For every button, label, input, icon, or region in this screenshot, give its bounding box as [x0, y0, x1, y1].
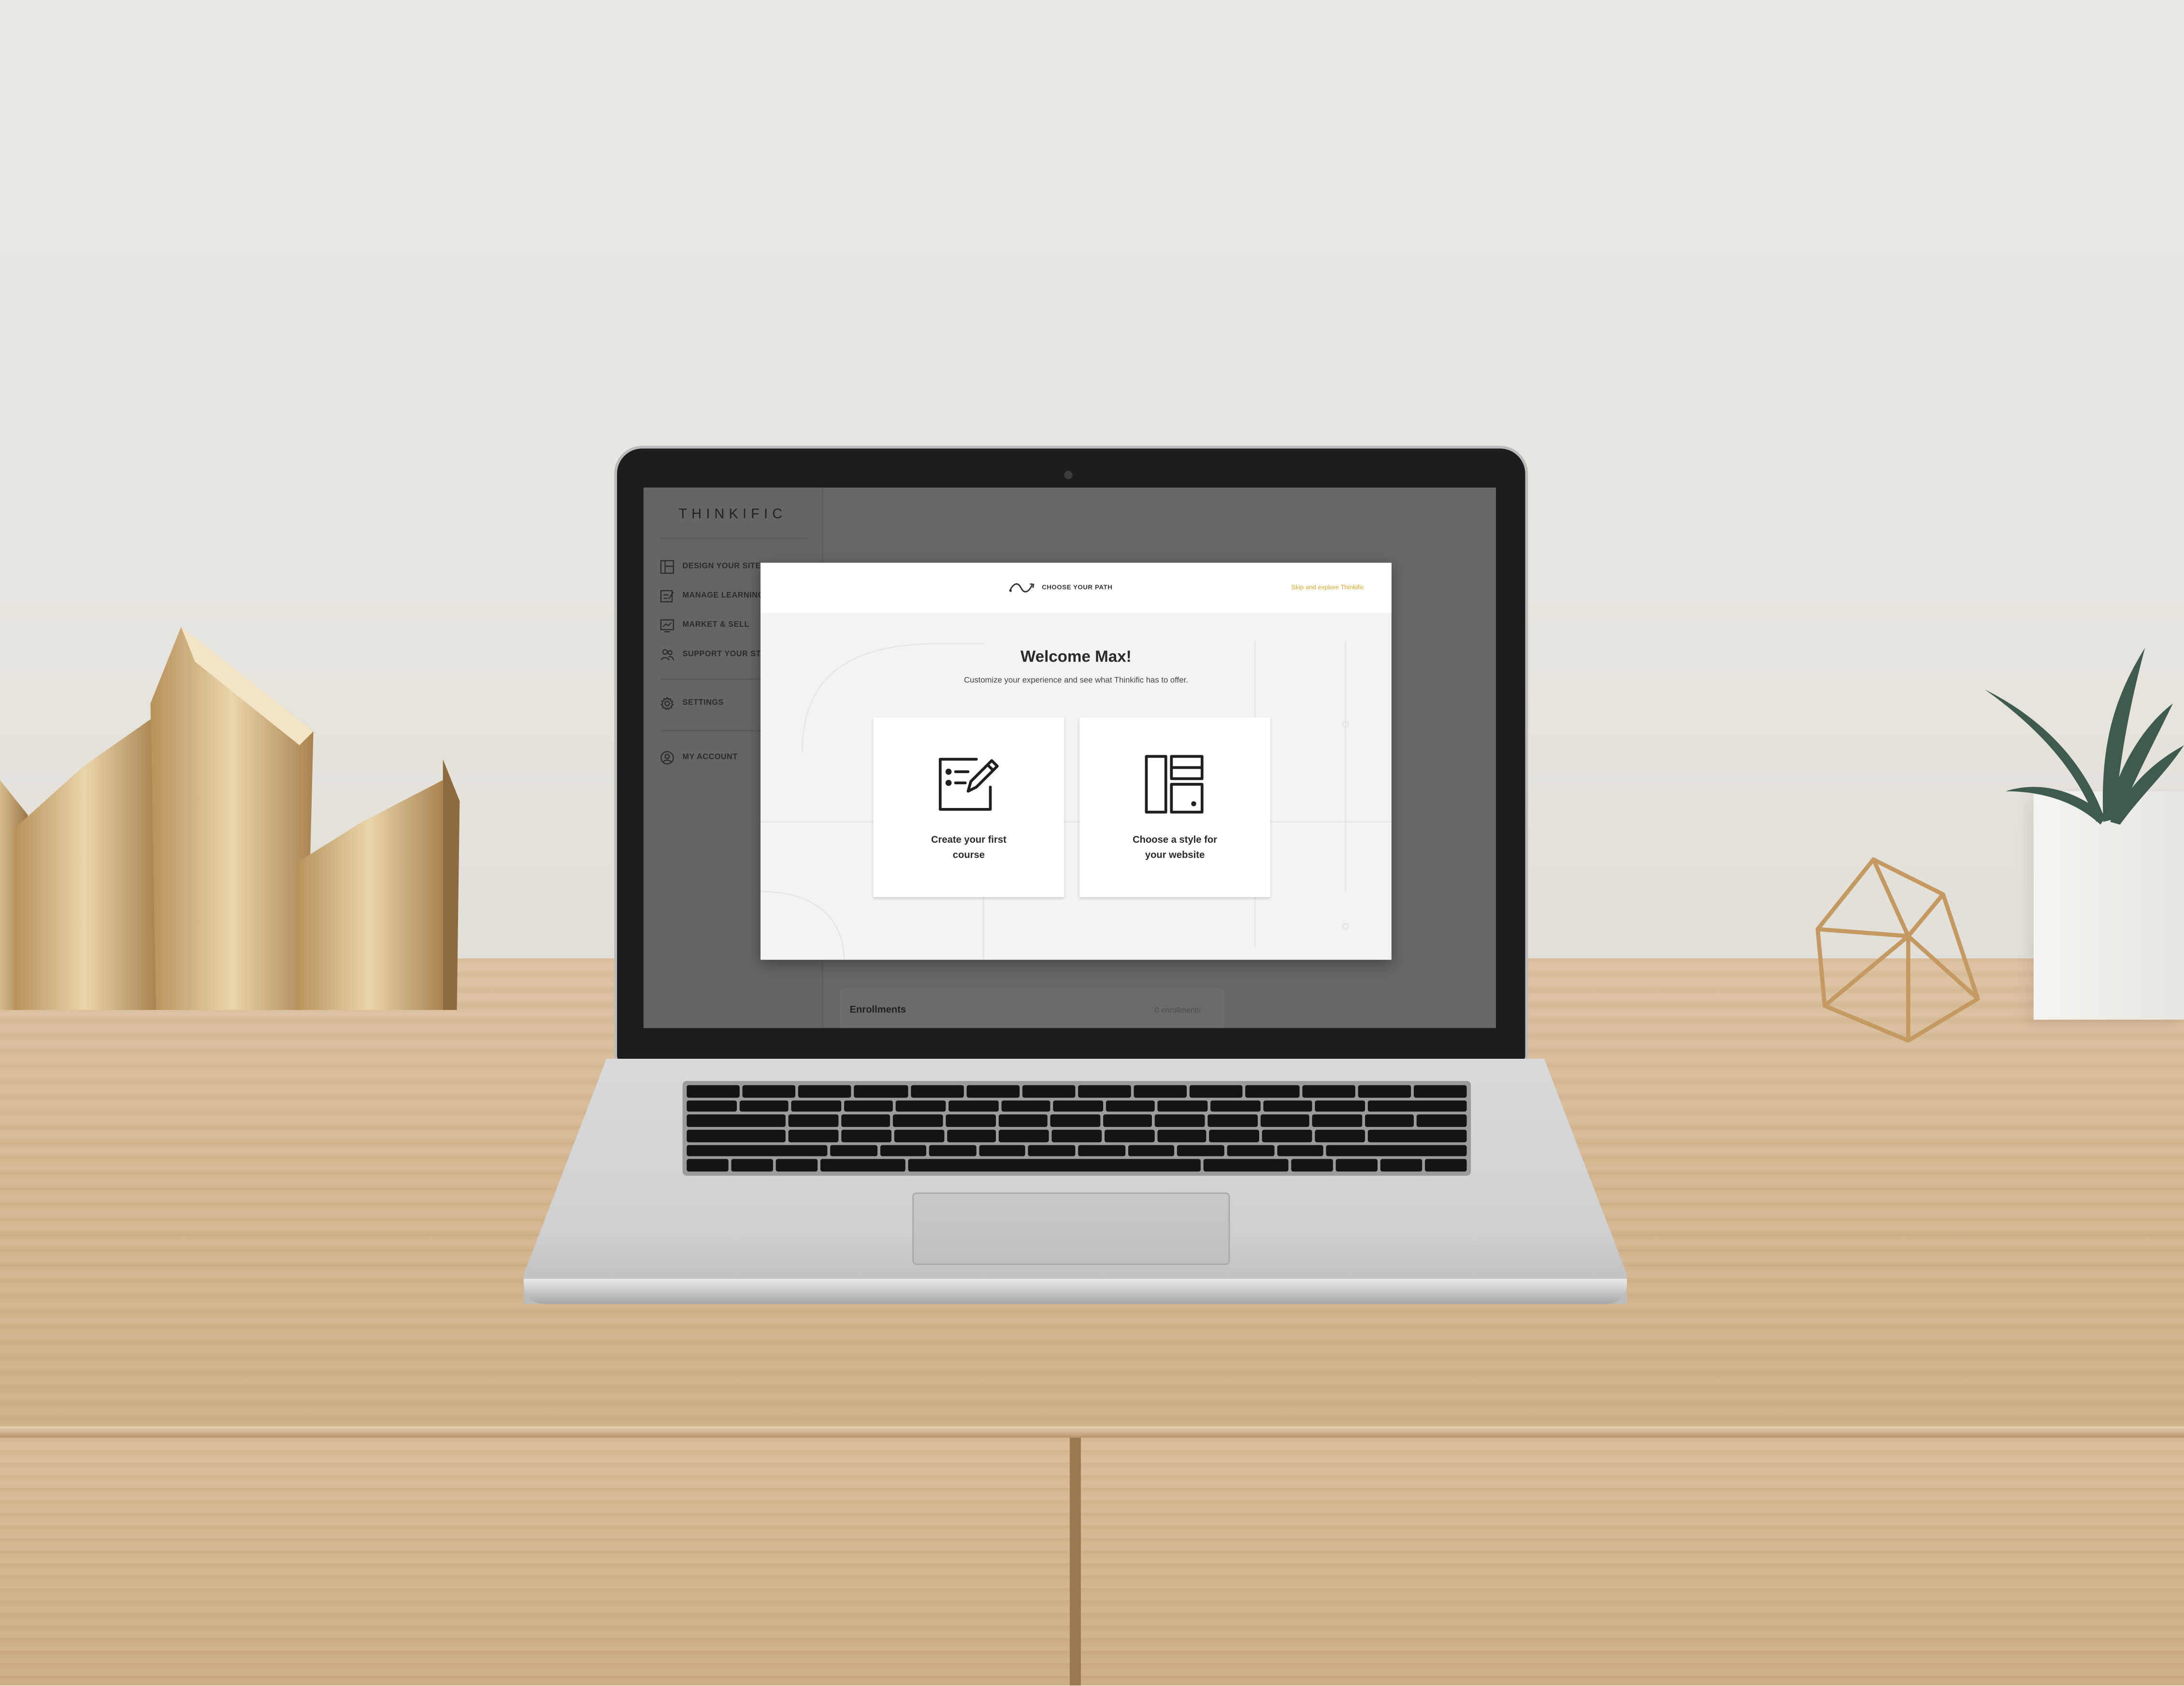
create-course-card[interactable]: Create your first course — [873, 717, 1064, 897]
sidebar-item-settings[interactable]: SETTINGS — [660, 694, 723, 713]
geometric-terrarium — [1815, 857, 1980, 1043]
checklist-icon — [660, 590, 674, 603]
plant — [1984, 648, 2184, 825]
laptop-screen: THINKIFIC DESIGN YOUR SITE MANAGE LEARNI… — [643, 487, 1496, 1028]
layout-style-icon — [1145, 755, 1204, 814]
choose-style-card[interactable]: Choose a style for your website — [1079, 717, 1271, 897]
sidebar-item-my-account[interactable]: MY ACCOUNT — [660, 748, 737, 767]
chart-icon — [660, 619, 674, 633]
gear-icon — [660, 696, 674, 710]
brand-logo[interactable]: THINKIFIC — [644, 507, 822, 522]
card-label: Create your first course — [873, 833, 1064, 864]
sidebar-divider — [660, 537, 808, 539]
card-label-line2: course — [952, 851, 985, 861]
desk-edge — [0, 1426, 2184, 1438]
layout-icon — [660, 560, 674, 574]
sidebar-item-manage-learning[interactable]: MANAGE LEARNING — [660, 587, 764, 606]
sidebar-item-label: DESIGN YOUR SITE — [682, 562, 761, 571]
sidebar-item-label: SETTINGS — [682, 699, 724, 708]
trackpad — [912, 1192, 1230, 1265]
modal-title: Welcome Max! — [1020, 649, 1132, 666]
card-label-line2: your website — [1145, 851, 1205, 861]
card-label: Choose a style for your website — [1079, 833, 1270, 864]
modal-subtitle: Customize your experience and see what T… — [963, 677, 1188, 686]
brass-holders — [0, 627, 460, 1010]
sidebar-item-label: MARKET & SELL — [682, 621, 749, 630]
modal-header-label: CHOOSE YOUR PATH — [1042, 583, 1113, 591]
enrollments-title: Enrollments — [849, 1006, 906, 1016]
path-icon — [1009, 583, 1035, 592]
sidebar-item-market-sell[interactable]: MARKET & SELL — [660, 616, 749, 635]
sidebar-item-label: MY ACCOUNT — [682, 753, 738, 762]
keyboard — [682, 1081, 1471, 1176]
drawer-gap — [1069, 1437, 1081, 1686]
welcome-modal: CHOOSE YOUR PATH Skip and explore Thinki… — [760, 562, 1392, 960]
laptop-base-edge — [523, 1279, 1627, 1304]
users-icon — [661, 649, 674, 661]
camera — [1064, 471, 1073, 479]
skip-link[interactable]: Skip and explore Thinkific — [1291, 584, 1364, 591]
sidebar-item-label: MANAGE LEARNING — [682, 592, 764, 601]
drawer-right — [1080, 1437, 2184, 1686]
sidebar-item-design-your-site[interactable]: DESIGN YOUR SITE — [660, 557, 761, 576]
card-label-line1: Choose a style for — [1133, 836, 1218, 846]
card-label-line1: Create your first — [931, 836, 1006, 846]
drawer-left — [0, 1437, 1070, 1686]
edit-course-icon — [938, 758, 999, 811]
user-circle-icon — [660, 751, 674, 765]
enrollments-count: 0 enrollments — [1154, 1007, 1201, 1016]
